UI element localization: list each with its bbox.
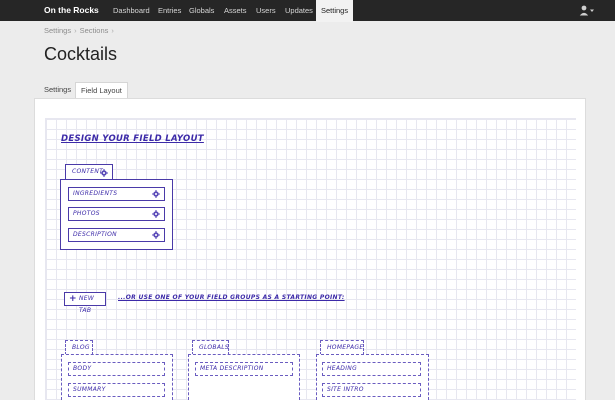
field-label: Description bbox=[73, 231, 117, 238]
field-groups-hint: ...or use one of your field groups as a … bbox=[118, 294, 345, 301]
content-tab-label[interactable]: Content bbox=[65, 164, 113, 180]
group-field-summary[interactable]: Summary bbox=[68, 383, 165, 397]
group-field-site-intro[interactable]: Site Intro bbox=[322, 383, 421, 397]
tab-settings[interactable]: Settings bbox=[44, 82, 71, 98]
user-icon[interactable] bbox=[579, 5, 595, 16]
nav-item-assets[interactable]: Assets bbox=[224, 0, 247, 21]
group-field-heading[interactable]: Heading bbox=[322, 362, 421, 376]
site-name[interactable]: On the Rocks bbox=[44, 0, 99, 21]
field-label: Ingredients bbox=[73, 190, 118, 197]
breadcrumb: Settings › Sections › bbox=[44, 26, 117, 35]
plus-icon: + bbox=[69, 294, 77, 304]
nav-item-globals[interactable]: Globals bbox=[189, 0, 214, 21]
group-tab-globals[interactable] bbox=[188, 354, 300, 400]
group-tab-homepage-label[interactable]: Homepage bbox=[320, 340, 364, 355]
field-label: Photos bbox=[73, 210, 100, 217]
gear-icon[interactable] bbox=[152, 190, 160, 198]
field-photos[interactable]: Photos bbox=[68, 207, 165, 221]
group-field-meta-description[interactable]: Meta Description bbox=[195, 362, 293, 376]
field-description[interactable]: Description bbox=[68, 228, 165, 242]
gear-icon[interactable] bbox=[100, 169, 108, 177]
breadcrumb-separator: › bbox=[111, 26, 114, 35]
group-tab-blog-label[interactable]: Blog bbox=[65, 340, 93, 355]
gear-icon[interactable] bbox=[152, 210, 160, 218]
nav-item-entries[interactable]: Entries bbox=[158, 0, 181, 21]
nav-item-users[interactable]: Users bbox=[256, 0, 276, 21]
nav-item-dashboard[interactable]: Dashboard bbox=[113, 0, 150, 21]
breadcrumb-separator: › bbox=[74, 26, 77, 35]
group-field-body[interactable]: Body bbox=[68, 362, 165, 376]
breadcrumb-sections[interactable]: Sections bbox=[80, 26, 109, 35]
page-title: Cocktails bbox=[44, 44, 118, 64]
nav-item-settings[interactable]: Settings bbox=[316, 0, 354, 22]
gear-icon[interactable] bbox=[152, 231, 160, 239]
top-nav: On the Rocks Dashboard Entries Globals A… bbox=[0, 0, 615, 22]
content-tab-name: Content bbox=[72, 168, 104, 175]
tab-field-layout[interactable]: Field Layout bbox=[75, 82, 128, 99]
group-tab-globals-label[interactable]: Globals bbox=[192, 340, 229, 355]
new-tab-button[interactable]: + New Tab bbox=[64, 292, 106, 314]
breadcrumb-settings[interactable]: Settings bbox=[44, 26, 71, 35]
designer-title: Design your field layout bbox=[61, 134, 204, 144]
field-ingredients[interactable]: Ingredients bbox=[68, 187, 165, 201]
nav-item-updates[interactable]: Updates bbox=[285, 0, 313, 21]
